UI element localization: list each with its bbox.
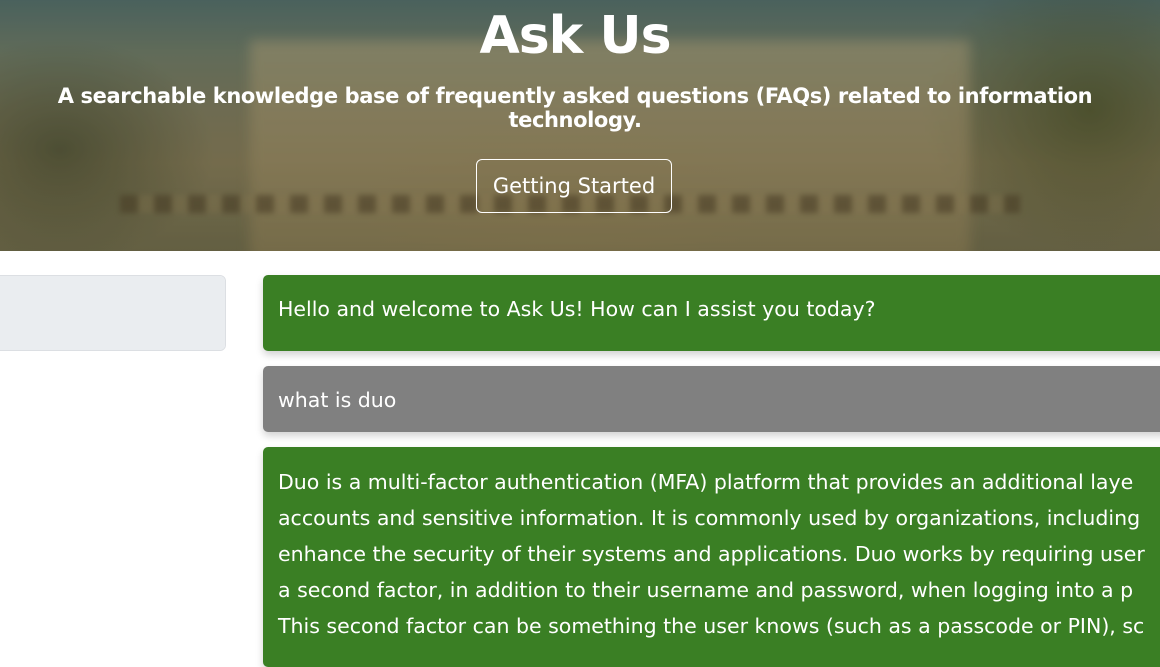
page-subtitle: A searchable knowledge base of frequentl…	[57, 84, 1093, 132]
page-title: Ask Us	[479, 6, 671, 66]
search-input[interactable]	[0, 276, 225, 350]
chat-message-bot-answer: Duo is a multi-factor authentication (MF…	[263, 447, 1160, 667]
answer-line: This second factor can be something the …	[278, 614, 1145, 638]
search-bar	[0, 275, 226, 351]
hero-banner: Ask Us A searchable knowledge base of fr…	[0, 0, 1160, 251]
answer-line: Duo is a multi-factor authentication (MF…	[278, 470, 1134, 494]
answer-line: enhance the security of their systems an…	[278, 542, 1145, 566]
chat-message-user: what is duo	[263, 366, 1160, 432]
chat-message-bot: Hello and welcome to Ask Us! How can I a…	[263, 275, 1160, 351]
getting-started-button[interactable]: Getting Started	[476, 159, 672, 213]
answer-line: a second factor, in addition to their us…	[278, 578, 1134, 602]
answer-line: accounts and sensitive information. It i…	[278, 506, 1141, 530]
